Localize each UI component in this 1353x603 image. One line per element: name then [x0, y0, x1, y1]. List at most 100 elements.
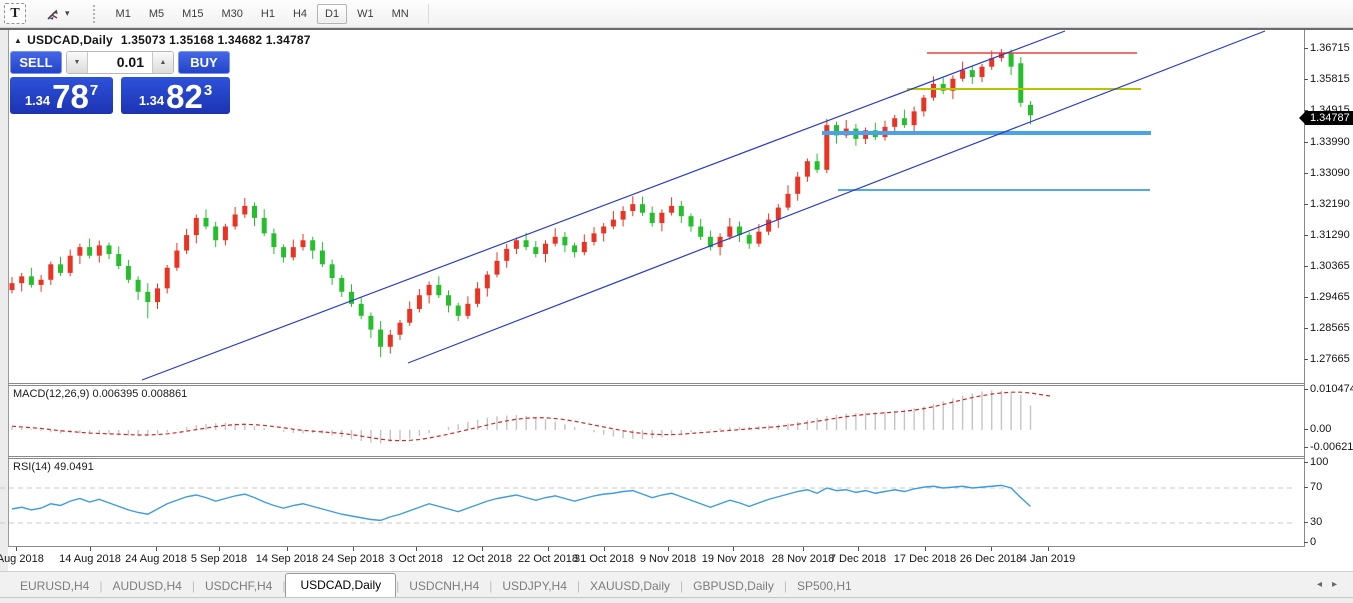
pane-splitter-rsi[interactable] [8, 456, 1305, 457]
chart-collapse-icon[interactable]: ▲ [14, 36, 22, 45]
date-tick [925, 547, 926, 551]
chart-ohlc-values: 1.35073 1.35168 1.34682 1.34787 [120, 33, 311, 47]
macd-label--0.006218: -0.006218 [1304, 441, 1353, 453]
tab-scroll-arrows[interactable]: ◂▸ [1317, 579, 1347, 590]
bid-price-prefix: 1.34 [24, 93, 51, 108]
price-label-1.28565: 1.28565 [1304, 322, 1350, 334]
status-strip [0, 597, 1353, 603]
symbol-tab-gbpusd[interactable]: GBPUSD,Daily [683, 575, 784, 598]
date-label: 24 Sep 2018 [321, 553, 385, 565]
macd-indicator-label: MACD(12,26,9) 0.006395 0.008861 [13, 388, 188, 400]
drawing-tool-dropdown[interactable]: ▾ [42, 3, 73, 25]
symbol-tab-bar: EURUSD,H4 | AUDUSD,H4 | USDCHF,H4 | USDCAD,Dai… [0, 571, 1353, 598]
current-price-tag: 1.34787 [1299, 111, 1353, 125]
price-axis-border [1304, 30, 1305, 546]
timeframe-button-h1[interactable]: H1 [253, 4, 283, 24]
date-tick [219, 547, 220, 551]
ask-price-big: 82 [166, 78, 203, 115]
bid-price-box[interactable]: 1.34 78 7 [10, 77, 113, 114]
top-toolbar: T ▾ M1 M5 M15 M30 H1 H4 D1 W1 MN [0, 0, 1353, 28]
date-label: 14 Sep 2018 [255, 553, 319, 565]
buy-button[interactable]: BUY [178, 51, 230, 74]
pane-splitter-macd-2 [8, 385, 1305, 386]
symbol-tab-usdcnh[interactable]: USDCNH,H4 [399, 575, 489, 598]
pane-splitter-rsi-2 [8, 458, 1305, 459]
timeframe-button-mn[interactable]: MN [384, 4, 417, 24]
timeframe-toolbar: M1 M5 M15 M30 H1 H4 D1 W1 MN [107, 3, 418, 24]
text-label-tool-button[interactable]: T [4, 3, 26, 24]
date-tick [1048, 547, 1049, 551]
date-label: 26 Dec 2018 [959, 553, 1023, 565]
chart-symbol-label: USDCAD,Daily [27, 33, 113, 47]
price-label-1.35815: 1.35815 [1304, 73, 1350, 85]
date-label: 14 Aug 2018 [59, 553, 121, 565]
ask-price-prefix: 1.34 [138, 93, 165, 108]
symbol-tab-usdcad-active[interactable]: USDCAD,Daily [285, 573, 397, 598]
date-tick [287, 547, 288, 551]
symbol-tab-usdchf[interactable]: USDCHF,H4 [195, 575, 282, 598]
tab-scroll-right-icon[interactable]: ▸ [1332, 579, 1347, 590]
price-label-1.33990: 1.33990 [1304, 136, 1350, 148]
sell-button[interactable]: SELL [10, 51, 62, 74]
volume-increase-button[interactable]: ▲ [152, 52, 173, 73]
date-label: 24 Aug 2018 [125, 553, 187, 565]
date-tick [733, 547, 734, 551]
date-label: 17 Dec 2018 [893, 553, 957, 565]
date-label: 9 Nov 2018 [639, 553, 697, 565]
rsi-label-70: 70 [1303, 481, 1323, 493]
date-tick [858, 547, 859, 551]
timeframe-button-m30[interactable]: M30 [214, 4, 251, 24]
date-tick [548, 547, 549, 551]
date-label: 28 Nov 2018 [771, 553, 835, 565]
volume-decrease-button[interactable]: ▼ [67, 52, 88, 73]
macd-label-0.010474: 0.010474 [1304, 383, 1353, 395]
date-axis[interactable]: 2 Aug 2018 14 Aug 2018 24 Aug 20185 Sep 20… [0, 546, 1305, 572]
symbol-tab-eurusd[interactable]: EURUSD,H4 [10, 575, 99, 598]
timeframe-button-w1[interactable]: W1 [349, 4, 382, 24]
volume-value[interactable]: 0.01 [88, 52, 152, 73]
date-tick [668, 547, 669, 551]
one-click-trading-panel: SELL ▼ 0.01 ▲ BUY 1.34 78 7 1.34 82 3 [10, 51, 230, 114]
chart-title: ▲ USDCAD,Daily 1.35073 1.35168 1.34682 1.3… [14, 33, 311, 47]
symbol-tab-xauusd[interactable]: XAUUSD,Daily [580, 575, 680, 598]
timeframe-button-m1[interactable]: M1 [108, 4, 139, 24]
rsi-indicator-label: RSI(14) 49.0491 [13, 461, 94, 473]
rsi-label-30: 30 [1303, 516, 1323, 528]
arrows-tool-icon [47, 9, 58, 20]
timeframe-button-m5[interactable]: M5 [141, 4, 172, 24]
pane-splitter-macd[interactable] [8, 383, 1305, 384]
date-label: 2 Aug 2018 [0, 553, 44, 565]
date-tick [16, 547, 17, 551]
date-tick [604, 547, 605, 551]
chevron-down-icon: ▾ [65, 8, 70, 18]
toolbar-grip-handle[interactable] [92, 4, 99, 23]
rsi-label-0: 0 [1303, 536, 1317, 548]
bid-price-pip: 7 [89, 82, 99, 99]
price-label-1.30365: 1.30365 [1304, 260, 1350, 272]
price-label-1.31290: 1.31290 [1304, 229, 1350, 241]
price-label-1.32190: 1.32190 [1304, 198, 1350, 210]
tab-scroll-left-icon[interactable]: ◂ [1317, 579, 1332, 590]
symbol-tab-audusd[interactable]: AUDUSD,H4 [102, 575, 191, 598]
date-label: 7 Dec 2018 [829, 553, 887, 565]
price-label-1.33090: 1.33090 [1304, 167, 1350, 179]
date-label: 3 Oct 2018 [389, 553, 443, 565]
timeframe-button-m15[interactable]: M15 [174, 4, 211, 24]
timeframe-button-d1[interactable]: D1 [317, 3, 348, 24]
bid-price-big: 78 [52, 78, 89, 115]
toolbar-separator [427, 3, 429, 24]
macd-label-0.00: 0.00 [1303, 423, 1332, 435]
ask-price-box[interactable]: 1.34 82 3 [121, 77, 230, 114]
symbol-tab-sp500[interactable]: SP500,H1 [787, 575, 862, 598]
symbol-tab-usdjpy[interactable]: USDJPY,H4 [492, 575, 576, 598]
date-label: 5 Sep 2018 [190, 553, 248, 565]
price-label-1.36715: 1.36715 [1304, 42, 1350, 54]
timeframe-button-h4[interactable]: H4 [285, 4, 315, 24]
ask-price-pip: 3 [203, 82, 213, 99]
date-tick [90, 547, 91, 551]
date-tick [991, 547, 992, 551]
date-label: 12 Oct 2018 [452, 553, 512, 565]
price-label-1.27665: 1.27665 [1304, 353, 1350, 365]
date-label: 4 Jan 2019 [1020, 553, 1076, 565]
date-tick [353, 547, 354, 551]
